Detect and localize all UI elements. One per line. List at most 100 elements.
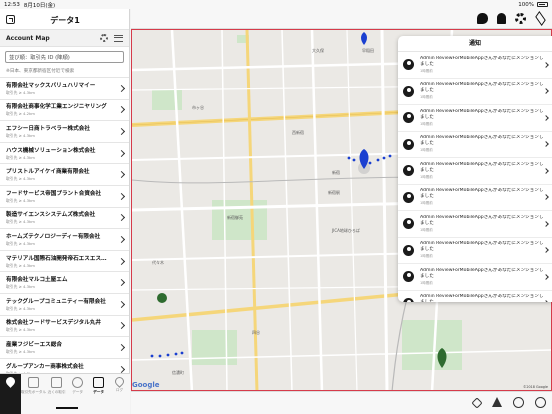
company-distance: 取引先 ≥ 4.3km: [6, 197, 35, 203]
notification-item[interactable]: Admin ReviewForMobileAppさんがあなたにメンションしました…: [398, 158, 552, 185]
tab-data-2[interactable]: データ: [88, 374, 109, 414]
active-tab-indicator: [56, 407, 78, 409]
avatar: [403, 59, 414, 71]
status-bar: 12:53 8月10日(金) 100%: [0, 0, 552, 9]
chevron-right-icon: [117, 127, 126, 136]
notification-message: Admin ReviewForMobileAppさんがあなたにメンションしました: [420, 241, 544, 253]
layers-icon[interactable]: [535, 11, 546, 26]
notification-item[interactable]: Admin ReviewForMobileAppさんがあなたにメンションしました…: [398, 185, 552, 211]
notification-item[interactable]: Admin ReviewForMobileAppさんがあなたにメンションしました…: [398, 291, 552, 302]
tab-label: ログ: [115, 388, 124, 392]
sidebar-header: データ1: [0, 9, 129, 29]
settings-icon[interactable]: [100, 34, 108, 42]
company-name: エフシー日商トラベラー株式会社: [6, 125, 90, 132]
company-name: マテリアル国際石油開発帝石エスエス…: [6, 255, 107, 262]
notification-date: 1時間前: [420, 254, 433, 259]
company-list-item[interactable]: 株式会社フードサービスデジタル丸井 取引先 ≥ 4.3km: [0, 314, 129, 337]
chevron-right-icon: [117, 106, 126, 114]
company-list-item[interactable]: プリストルアイケイ商業有限会社 取引先 ≥ 4.3km: [0, 163, 129, 185]
notification-item[interactable]: Admin ReviewForMobileAppさんがあなたにメンションしました…: [398, 211, 552, 238]
refresh-icon[interactable]: [535, 397, 546, 408]
company-list-item[interactable]: マテリアル国際石油開発帝石エスエス… 取引先 ≥ 4.3km: [0, 249, 129, 272]
notification-date: 1時間前: [420, 280, 433, 285]
bell-icon[interactable]: [497, 13, 506, 24]
route-icon[interactable]: [492, 397, 502, 407]
notification-item[interactable]: Admin ReviewForMobileAppさんがあなたにメンションしました…: [398, 238, 552, 264]
company-list-item[interactable]: フードサービス帝国プラント合資会社 取引先 ≥ 4.3km: [0, 184, 129, 207]
company-list-item[interactable]: 有限会社マックスバリュハリマイー 取引先 ≥ 4.3km: [0, 77, 129, 99]
notification-date: 1時間前: [420, 201, 433, 206]
chevron-right-icon: [543, 114, 549, 121]
chevron-right-icon: [117, 149, 126, 157]
chevron-right-icon: [117, 322, 126, 330]
chevron-right-icon: [117, 235, 126, 243]
satellite-icon[interactable]: [471, 397, 483, 409]
account-map-actions: [100, 34, 123, 42]
app-root: 12:53 8月10日(金) 100% データ1 Account Map 並び順…: [0, 0, 552, 414]
top-actions: [477, 11, 546, 26]
notification-message: Admin ReviewForMobileAppさんがあなたにメンションしました: [420, 188, 544, 200]
avatar: [403, 85, 414, 97]
map-label: JICA地球ひろば: [332, 228, 360, 233]
map-toolbar-actions: [471, 397, 546, 409]
sidebar: データ1 Account Map 並び順：取引先 ID (降順) ※日本、東京都…: [0, 9, 130, 414]
notification-item[interactable]: Admin ReviewForMobileAppさんがあなたにメンションしました…: [398, 132, 552, 158]
map-label: 新宿御苑: [227, 215, 243, 220]
tab-portal[interactable]: 取引先ポータル: [21, 374, 46, 414]
company-distance: 取引先 ≥ 4.3km: [6, 219, 35, 225]
chevron-right-icon: [117, 257, 126, 265]
notification-item[interactable]: Admin ReviewForMobileAppさんがあなたにメンションしました…: [398, 264, 552, 291]
company-distance: 取引先 ≥ 4.3km: [6, 305, 35, 311]
notification-date: 1時間前: [420, 148, 433, 153]
company-list-item[interactable]: 有限会社商事化学工業エンジニヤリング 取引先 ≥ 4.2km: [0, 98, 129, 121]
company-list-item[interactable]: エフシー日商トラベラー株式会社 取引先 ≥ 4.3km: [0, 120, 129, 142]
company-text: ホームズテクノロジーディー有限会社 取引先 ≥ 4.3km: [6, 232, 119, 247]
company-text: エフシー日商トラベラー株式会社 取引先 ≥ 4.3km: [6, 124, 119, 139]
company-list-item[interactable]: ホームズテクノロジーディー有限会社 取引先 ≥ 4.3km: [0, 228, 129, 250]
notification-date: 1時間前: [420, 174, 433, 179]
company-list-item[interactable]: 製造サイエンスシステムズ株式会社 取引先 ≥ 4.3km: [0, 206, 129, 229]
notification-text: Admin ReviewForMobileAppさんがあなたにメンションしました…: [420, 109, 544, 127]
company-list-item[interactable]: ハウス機械ソリューション株式会社 取引先 ≥ 4.3km: [0, 141, 129, 164]
notification-message: Admin ReviewForMobileAppさんがあなたにメンションしました: [420, 214, 544, 226]
battery-label: 100%: [518, 1, 534, 8]
avatar: [403, 112, 414, 124]
chevron-right-icon: [543, 167, 549, 174]
notification-text: Admin ReviewForMobileAppさんがあなたにメンションしました…: [420, 135, 544, 153]
portal-icon: [28, 377, 40, 388]
company-list-item[interactable]: テックグループコミュニティー有限会社 取引先 ≥ 4.3km: [0, 292, 129, 315]
company-name: 製造サイエンスシステムズ株式会社: [6, 212, 96, 219]
gear-icon[interactable]: [515, 13, 526, 24]
search-icon: [72, 377, 84, 388]
tab-map[interactable]: [0, 374, 21, 414]
notification-message: Admin ReviewForMobileAppさんがあなたにメンションしました: [420, 294, 544, 302]
tab-label: データ: [72, 390, 83, 394]
company-distance: 取引先 ≥ 4.3km: [6, 89, 35, 95]
company-list-item[interactable]: 産業フジビーエス総合 取引先 ≥ 4.3km: [0, 336, 129, 358]
notification-item[interactable]: Admin ReviewForMobileAppさんがあなたにメンションしました…: [398, 105, 552, 132]
company-list-item[interactable]: 有限会社マルコ土屋エム 取引先 ≥ 4.3km: [0, 271, 129, 293]
list-icon[interactable]: [114, 34, 123, 42]
tab-log[interactable]: ログ: [109, 374, 130, 414]
chevron-right-icon: [117, 365, 126, 373]
tab-label: 近くの取引: [47, 390, 66, 394]
notification-item[interactable]: Admin ReviewForMobileAppさんがあなたにメンションしました…: [398, 52, 552, 79]
notification-item[interactable]: Admin ReviewForMobileAppさんがあなたにメンションしました…: [398, 79, 552, 105]
avatar: [403, 165, 414, 177]
chevron-right-icon: [543, 300, 549, 302]
top-bar: [131, 9, 552, 29]
company-distance: 取引先 ≥ 4.3km: [6, 327, 35, 333]
company-text: フードサービス帝国プラント合資会社 取引先 ≥ 4.3km: [6, 189, 119, 204]
chat-icon[interactable]: [477, 13, 488, 24]
sort-field[interactable]: 並び順：取引先 ID (降順): [5, 51, 124, 63]
map-label: 西新宿: [292, 130, 304, 135]
chevron-right-icon: [543, 194, 549, 201]
company-distance: 取引先 ≥ 4.3km: [6, 262, 35, 268]
account-map-label: Account Map: [6, 34, 50, 42]
chevron-right-icon: [117, 214, 126, 222]
map-label: 大久保: [312, 48, 324, 53]
data-icon: [93, 377, 105, 388]
company-text: マテリアル国際石油開発帝石エスエス… 取引先 ≥ 4.3km: [6, 254, 119, 269]
company-text: 有限会社マルコ土屋エム 取引先 ≥ 4.3km: [6, 275, 119, 290]
locate-icon[interactable]: [513, 397, 524, 408]
